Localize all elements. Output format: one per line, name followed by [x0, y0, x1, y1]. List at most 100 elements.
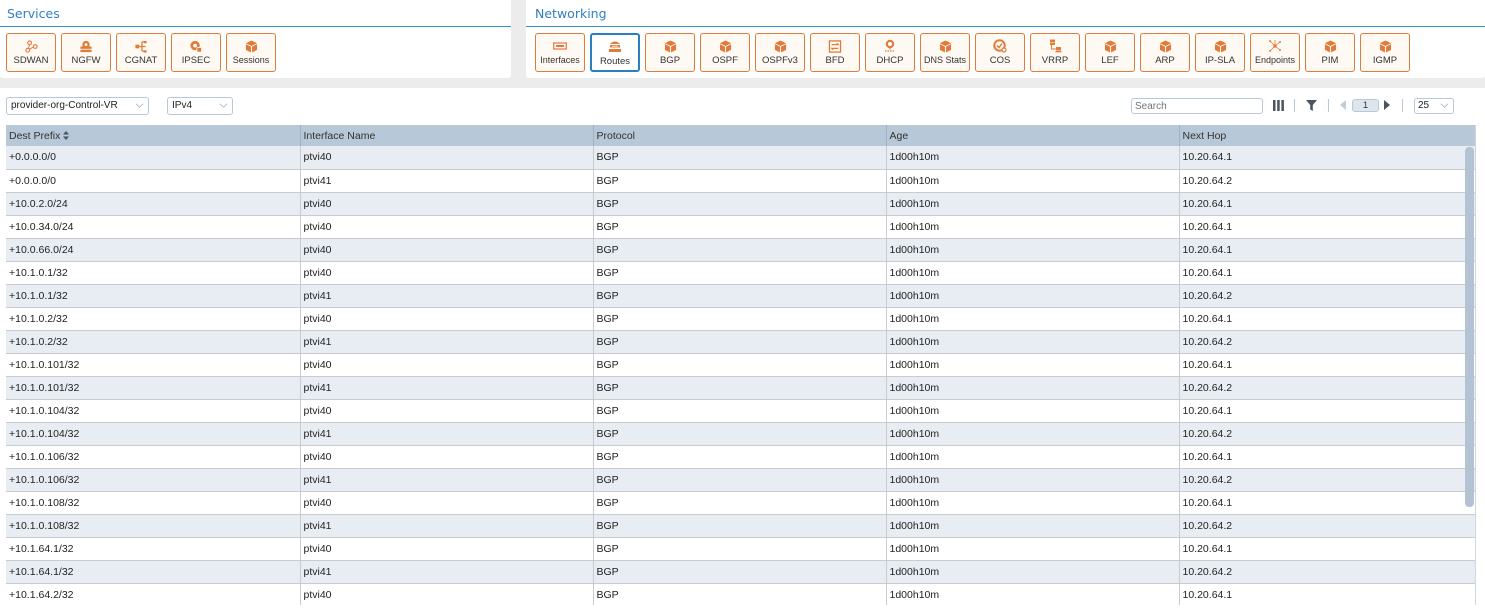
cell-dest-prefix[interactable]: +10.1.0.106/32 [6, 468, 301, 492]
cell-protocol: BGP [593, 215, 887, 239]
ip-sla-button[interactable]: IP-SLA [1195, 33, 1245, 72]
sessions-button[interactable]: Sessions [226, 33, 276, 72]
cell-dest-prefix[interactable]: +10.1.0.101/32 [6, 376, 301, 400]
cell-dest-prefix[interactable]: +10.1.0.108/32 [6, 514, 301, 538]
cell-dest-prefix[interactable]: +10.1.0.1/32 [6, 261, 301, 285]
table-row[interactable]: +10.0.2.0/24 ptvi40 BGP 1d00h10m 10.20.64.1 [6, 192, 1475, 216]
filter-icon[interactable] [1306, 100, 1317, 111]
next-page-icon[interactable] [1384, 100, 1391, 110]
cell-interface-name: ptvi40 [300, 583, 594, 605]
ospf-button[interactable]: OSPF [700, 33, 750, 72]
cell-interface-name: ptvi41 [300, 376, 594, 400]
vrrp-button[interactable]: VRRP [1030, 33, 1080, 72]
cell-dest-prefix[interactable]: +10.1.64.1/32 [6, 537, 301, 561]
arp-button[interactable]: ARP [1140, 33, 1190, 72]
cube-icon [244, 39, 258, 53]
interfaces-button[interactable]: Interfaces [535, 33, 585, 72]
cell-next-hop: 10.20.64.1 [1179, 491, 1475, 515]
cell-dest-prefix[interactable]: +10.1.64.1/32 [6, 560, 301, 584]
routes-button[interactable]: Routes [590, 33, 640, 72]
table-row[interactable]: +10.1.0.106/32 ptvi40 BGP 1d00h10m 10.20.64.… [6, 445, 1475, 469]
endpoints-button[interactable]: Endpoints [1250, 33, 1300, 72]
table-row[interactable]: +10.1.0.108/32 ptvi40 BGP 1d00h10m 10.20.64.… [6, 491, 1475, 515]
column-header-dest-prefix[interactable]: Dest Prefix [6, 125, 301, 146]
table-row[interactable]: +10.0.66.0/24 ptvi40 BGP 1d00h10m 10.20.64.1 [6, 238, 1475, 262]
bgp-button[interactable]: BGP [645, 33, 695, 72]
cell-dest-prefix[interactable]: +0.0.0.0/0 [6, 169, 301, 193]
table-row[interactable]: +0.0.0.0/0 ptvi40 BGP 1d00h10m 10.20.64.1 [6, 146, 1475, 170]
button-label: Sessions [232, 55, 270, 65]
table-row[interactable]: +10.0.34.0/24 ptvi40 BGP 1d00h10m 10.20.64.1 [6, 215, 1475, 239]
cell-dest-prefix[interactable]: +10.0.66.0/24 [6, 238, 301, 262]
dns-stats-button[interactable]: DNS Stats [920, 33, 970, 72]
table-row[interactable]: +10.1.64.1/32 ptvi40 BGP 1d00h10m 10.20.64.1 [6, 537, 1475, 561]
table-row[interactable]: +10.1.0.1/32 ptvi40 BGP 1d00h10m 10.20.64.1 [6, 261, 1475, 285]
table-row[interactable]: +10.1.0.106/32 ptvi41 BGP 1d00h10m 10.20.64.… [6, 468, 1475, 492]
dhcp-button[interactable]: DHCP [865, 33, 915, 72]
cell-dest-prefix[interactable]: +10.1.0.101/32 [6, 353, 301, 377]
button-label: Endpoints [1254, 55, 1296, 65]
table-row[interactable]: +10.1.0.104/32 ptvi40 BGP 1d00h10m 10.20.64.… [6, 399, 1475, 423]
previous-page-icon[interactable] [1340, 100, 1347, 110]
table-row[interactable]: +10.1.0.108/32 ptvi41 BGP 1d00h10m 10.20.64.… [6, 514, 1475, 538]
ngfw-button[interactable]: NGFW [61, 33, 111, 72]
cos-button[interactable]: COS [975, 33, 1025, 72]
vr-select-value: provider-org-Control-VR [11, 100, 118, 111]
cell-next-hop: 10.20.64.1 [1179, 307, 1475, 331]
ipsec-button[interactable]: IPSEC [171, 33, 221, 72]
vr-select[interactable]: provider-org-Control-VR [6, 97, 149, 115]
cell-protocol: BGP [593, 330, 887, 354]
cell-dest-prefix[interactable]: +10.1.0.2/32 [6, 307, 301, 331]
cell-dest-prefix[interactable]: +0.0.0.0/0 [6, 146, 301, 170]
sdwan-button[interactable]: SDWAN [6, 33, 56, 72]
cell-dest-prefix[interactable]: +10.1.0.104/32 [6, 422, 301, 446]
cell-dest-prefix[interactable]: +10.1.0.1/32 [6, 284, 301, 308]
search-input[interactable] [1131, 98, 1263, 114]
ospfv3-button[interactable]: OSPFv3 [755, 33, 805, 72]
cell-age: 1d00h10m [886, 422, 1180, 446]
table-row[interactable]: +10.1.64.2/32 ptvi40 BGP 1d00h10m 10.20.64.1 [6, 583, 1475, 605]
cube-icon [938, 39, 952, 53]
column-header-protocol[interactable]: Protocol [593, 125, 887, 146]
bfd-icon [828, 39, 842, 53]
cell-dest-prefix[interactable]: +10.1.64.2/32 [6, 583, 301, 605]
cell-dest-prefix[interactable]: +10.0.34.0/24 [6, 215, 301, 239]
cell-interface-name: ptvi40 [300, 491, 594, 515]
cgnat-button[interactable]: CGNAT [116, 33, 166, 72]
vertical-scrollbar[interactable] [1465, 147, 1474, 507]
table-row[interactable]: +10.1.0.2/32 ptvi41 BGP 1d00h10m 10.20.64.2 [6, 330, 1475, 354]
table-row[interactable]: +10.1.0.2/32 ptvi40 BGP 1d00h10m 10.20.64.1 [6, 307, 1475, 331]
column-header-age[interactable]: Age [886, 125, 1180, 146]
page-size-select[interactable]: 25 [1414, 98, 1454, 114]
table-row[interactable]: +10.1.0.101/32 ptvi41 BGP 1d00h10m 10.20.64.… [6, 376, 1475, 400]
table-row[interactable]: +0.0.0.0/0 ptvi41 BGP 1d00h10m 10.20.64.2 [6, 169, 1475, 193]
cell-age: 1d00h10m [886, 307, 1180, 331]
current-page[interactable]: 1 [1352, 99, 1379, 112]
column-header-next-hop[interactable]: Next Hop [1179, 125, 1475, 146]
table-row[interactable]: +10.1.64.1/32 ptvi41 BGP 1d00h10m 10.20.64.2 [6, 560, 1475, 584]
columns-icon[interactable] [1273, 100, 1284, 111]
table-row[interactable]: +10.1.0.104/32 ptvi41 BGP 1d00h10m 10.20.64.… [6, 422, 1475, 446]
cell-dest-prefix[interactable]: +10.1.0.106/32 [6, 445, 301, 469]
pim-button[interactable]: PIM [1305, 33, 1355, 72]
table-row[interactable]: +10.1.0.101/32 ptvi40 BGP 1d00h10m 10.20.64.… [6, 353, 1475, 377]
table-row[interactable]: +10.1.0.1/32 ptvi41 BGP 1d00h10m 10.20.64.2 [6, 284, 1475, 308]
cell-age: 1d00h10m [886, 261, 1180, 285]
address-family-select[interactable]: IPv4 [167, 97, 233, 115]
cell-dest-prefix[interactable]: +10.1.0.104/32 [6, 399, 301, 423]
column-header-interface-name[interactable]: Interface Name [300, 125, 594, 146]
cell-dest-prefix[interactable]: +10.1.0.2/32 [6, 330, 301, 354]
routes-table: Dest Prefix Interface Name Protocol Age … [6, 125, 1476, 605]
cell-age: 1d00h10m [886, 284, 1180, 308]
divider [1294, 99, 1295, 112]
button-label: OSPF [712, 55, 738, 66]
endpoints-icon [1268, 39, 1282, 53]
igmp-button[interactable]: IGMP [1360, 33, 1410, 72]
cell-dest-prefix[interactable]: +10.1.0.108/32 [6, 491, 301, 515]
sort-icon[interactable] [63, 131, 70, 141]
bfd-button[interactable]: BFD [810, 33, 860, 72]
table-toolbar: provider-org-Control-VR IPv4 1 25 [0, 97, 1485, 117]
cell-next-hop: 10.20.64.1 [1179, 583, 1475, 605]
cell-dest-prefix[interactable]: +10.0.2.0/24 [6, 192, 301, 216]
lef-button[interactable]: LEF [1085, 33, 1135, 72]
